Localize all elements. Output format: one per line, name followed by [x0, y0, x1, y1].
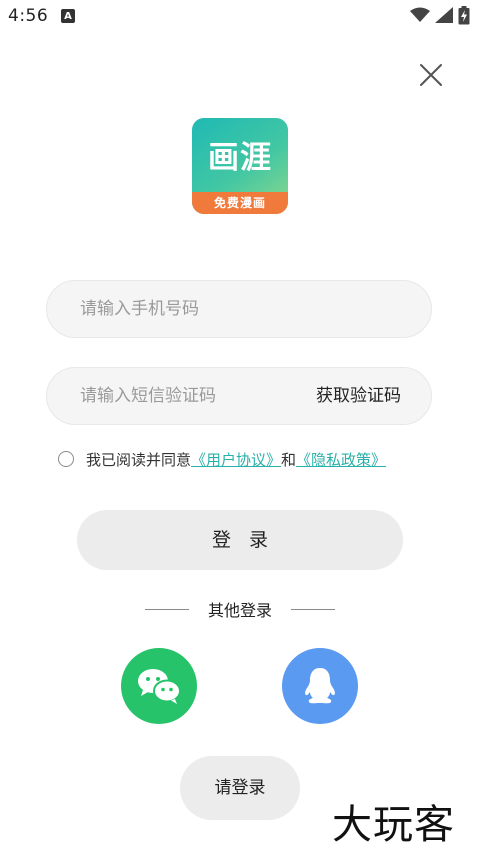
qq-icon [305, 668, 335, 704]
privacy-policy-link[interactable]: 《隐私政策》 [296, 449, 386, 470]
logo-main-text: 画涯 [208, 140, 272, 176]
agreement-prefix: 我已阅读并同意 [86, 450, 192, 469]
get-code-button[interactable]: 获取验证码 [316, 368, 401, 424]
other-login-divider: 其他登录 [145, 598, 335, 620]
battery-charging-icon [458, 6, 470, 25]
agreement-and: 和 [281, 450, 297, 469]
wechat-login-button[interactable] [121, 648, 197, 724]
divider-line-left [145, 608, 189, 610]
wechat-icon [138, 669, 181, 704]
qq-login-button[interactable] [282, 648, 358, 724]
agreement-row: 我已阅读并同意 《用户协议》 和 《隐私政策》 [58, 448, 386, 470]
close-button[interactable] [418, 62, 444, 88]
sms-code-input[interactable] [80, 368, 280, 424]
login-button[interactable]: 登录 [77, 510, 403, 570]
user-agreement-link[interactable]: 《用户协议》 [191, 449, 281, 470]
notification-icon: A [61, 9, 75, 23]
wifi-icon [410, 7, 430, 22]
phone-field[interactable] [46, 280, 432, 338]
app-logo: 画涯 免费漫画 [192, 118, 288, 214]
logo-sub-text: 免费漫画 [192, 192, 288, 214]
status-time: 4:56 [8, 6, 49, 26]
watermark-text: 大玩客 [332, 802, 455, 848]
sms-code-field[interactable]: 获取验证码 [46, 367, 432, 425]
phone-input[interactable] [80, 281, 410, 337]
signal-icon [435, 7, 453, 23]
agreement-checkbox[interactable] [58, 451, 74, 467]
status-bar: 4:56 A [0, 0, 480, 34]
please-login-button[interactable]: 请登录 [180, 756, 300, 820]
divider-line-right [290, 608, 335, 610]
close-icon [420, 64, 442, 86]
other-login-title: 其他登录 [207, 601, 272, 620]
